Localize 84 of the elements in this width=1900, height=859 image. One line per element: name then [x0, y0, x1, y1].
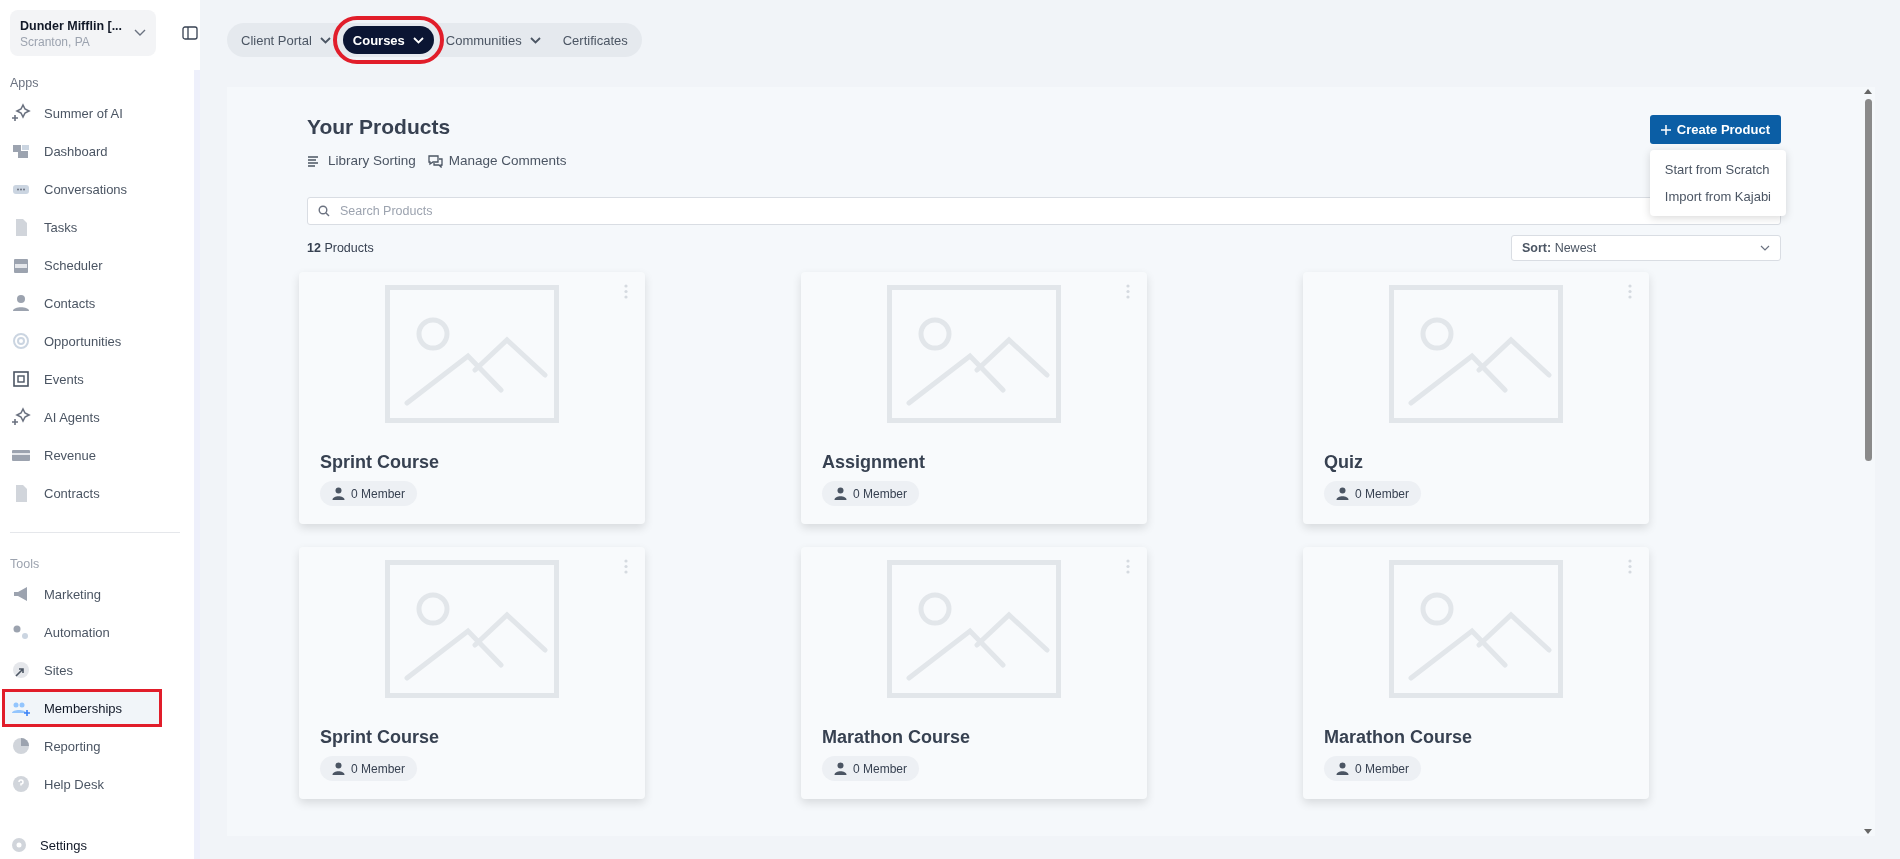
sidebar-item[interactable]: Conversations	[0, 170, 194, 208]
sparkle-icon	[10, 102, 32, 124]
sparkle-icon	[10, 406, 32, 428]
person-icon	[1336, 762, 1349, 775]
sidebar-item[interactable]: Scheduler	[0, 246, 194, 284]
comments-icon	[427, 153, 443, 168]
help-icon	[10, 773, 32, 795]
product-title: Marathon Course	[822, 727, 971, 748]
sidebar-item[interactable]: Reporting	[0, 727, 194, 765]
page-title: Your Products	[307, 115, 452, 139]
sidebar-item[interactable]: Contracts	[0, 474, 194, 512]
member-count: 0 Member	[320, 756, 418, 781]
chevron-down-icon	[1760, 245, 1770, 251]
person-icon	[332, 762, 345, 775]
sidebar-item[interactable]: Memberships	[2, 689, 162, 727]
org-name: Dunder Mifflin [...	[20, 18, 123, 33]
person-icon	[1336, 487, 1349, 500]
sidebar-item[interactable]: Events	[0, 360, 194, 398]
plus-icon	[1660, 124, 1671, 135]
product-title: Sprint Course	[320, 452, 439, 473]
chevron-down-icon	[529, 36, 541, 44]
target-icon	[10, 330, 32, 352]
sidebar-item[interactable]: Automation	[0, 613, 194, 651]
person-icon	[834, 762, 847, 775]
sidebar-item[interactable]: Opportunities	[0, 322, 194, 360]
scroll-down-icon[interactable]	[1863, 828, 1873, 836]
org-location: Scranton, PA	[20, 34, 91, 49]
sidebar-item[interactable]: Help Desk	[0, 765, 194, 803]
chevron-down-icon	[412, 36, 424, 44]
member-count: 0 Member	[822, 756, 920, 781]
product-card[interactable]: Marathon Course 0 Member	[1303, 547, 1649, 799]
product-count: 12 Products	[307, 241, 374, 255]
scrollbar-thumb[interactable]	[1864, 99, 1872, 461]
product-card[interactable]: Sprint Course 0 Member	[299, 272, 645, 524]
person-icon	[332, 487, 345, 500]
kebab-menu-icon[interactable]	[1628, 284, 1632, 299]
person-icon	[10, 292, 32, 314]
product-card[interactable]: Sprint Course 0 Member	[299, 547, 645, 799]
product-title: Quiz	[1324, 452, 1363, 473]
sidebar-item[interactable]: Contacts	[0, 284, 194, 322]
member-count: 0 Member	[320, 481, 418, 506]
menu-item[interactable]: Start from Scratch	[1649, 156, 1786, 183]
sidebar-item[interactable]: Tasks	[0, 208, 194, 246]
chevron-down-icon	[319, 36, 331, 44]
kebab-menu-icon[interactable]	[624, 284, 628, 299]
section-heading: Tools	[9, 556, 41, 573]
product-title: Assignment	[822, 452, 926, 473]
gear-icon	[10, 836, 28, 854]
sidebar-item[interactable]: Sites	[0, 651, 194, 689]
member-count: 0 Member	[1324, 481, 1422, 506]
product-card[interactable]: Quiz 0 Member	[1303, 272, 1649, 524]
member-count: 0 Member	[822, 481, 920, 506]
product-title: Sprint Course	[320, 727, 439, 748]
sidebar-item[interactable]: Marketing	[0, 575, 194, 613]
person-icon	[834, 487, 847, 500]
section-heading: Apps	[9, 75, 40, 92]
search-icon	[318, 205, 330, 217]
sidebar-item[interactable]: Summer of AI	[0, 94, 194, 132]
kebab-menu-icon[interactable]	[624, 559, 628, 574]
globe-icon	[10, 659, 32, 681]
pie-chart-icon	[10, 735, 32, 757]
chevron-down-icon	[134, 29, 146, 37]
sidebar-item[interactable]: AI Agents	[0, 398, 194, 436]
toolbar-link[interactable]: Library Sorting	[307, 153, 416, 168]
product-card[interactable]: Marathon Course 0 Member	[801, 547, 1147, 799]
location-switcher[interactable]: Dunder Mifflin [... Scranton, PA	[10, 10, 156, 56]
kebab-menu-icon[interactable]	[1126, 559, 1130, 574]
create-product-button[interactable]: Create Product	[1649, 115, 1781, 144]
sidebar-item[interactable]: Revenue	[0, 436, 194, 474]
scroll-up-icon[interactable]	[1863, 87, 1873, 95]
toolbar-link[interactable]: Manage Comments	[427, 153, 567, 168]
kebab-menu-icon[interactable]	[1126, 284, 1130, 299]
member-count: 0 Member	[1324, 756, 1422, 781]
nav-tab[interactable]: Certificates	[552, 26, 638, 54]
sidebar-item[interactable]: Dashboard	[0, 132, 194, 170]
sort-dropdown[interactable]: Sort: Newest	[1511, 235, 1781, 261]
settings-item[interactable]: Settings	[10, 833, 87, 857]
product-card[interactable]: Assignment 0 Member	[801, 272, 1147, 524]
kebab-menu-icon[interactable]	[1628, 559, 1632, 574]
nav-tab[interactable]: Client Portal	[231, 26, 341, 54]
product-title: Marathon Course	[1324, 727, 1473, 748]
nav-tab[interactable]: Communities	[435, 26, 551, 54]
sidebar-toggle-icon[interactable]	[182, 26, 198, 40]
frame-icon	[10, 368, 32, 390]
